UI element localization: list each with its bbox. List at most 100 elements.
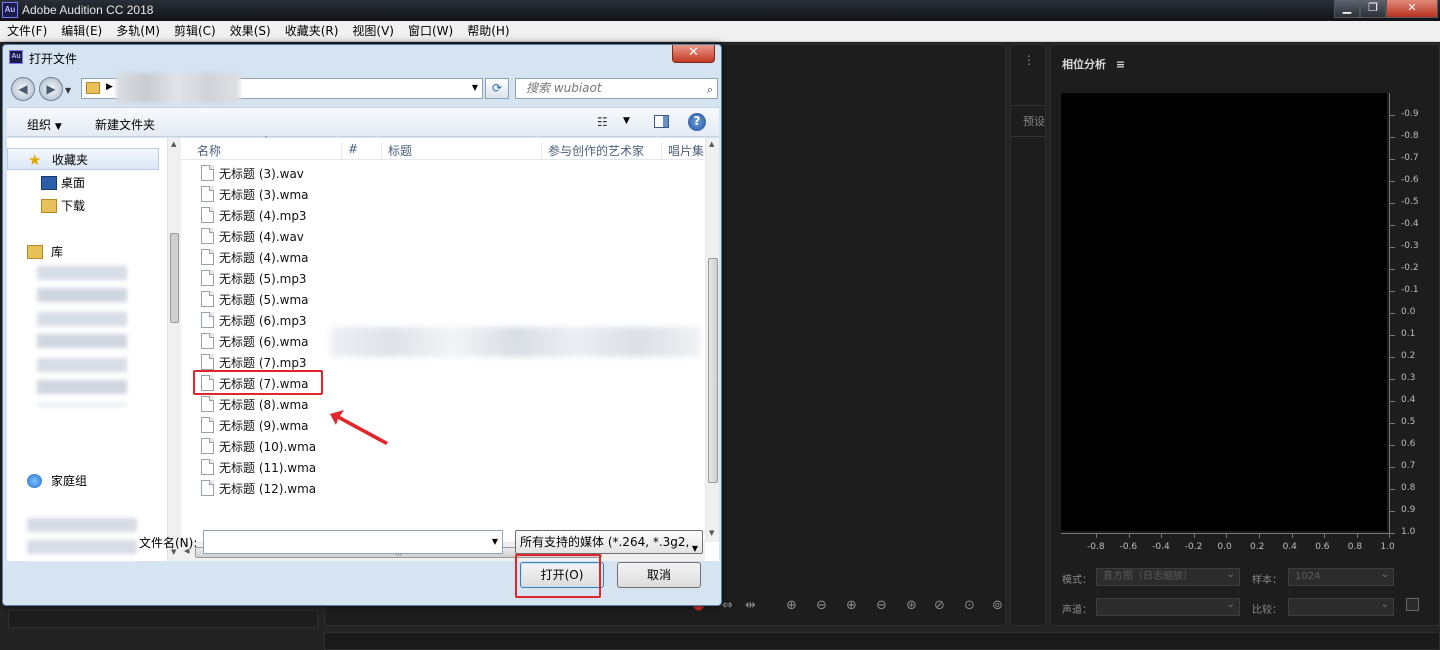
file-icon (201, 207, 214, 223)
channel-select[interactable] (1096, 597, 1240, 616)
help-icon[interactable]: ? (688, 113, 706, 131)
panel-menu-icon[interactable]: ≡ (1116, 58, 1125, 71)
zoom-out-time-icon[interactable]: ⊖ (876, 598, 887, 613)
file-row[interactable]: 无标题 (4).wav (197, 226, 497, 246)
sample-label: 样本： (1252, 575, 1282, 586)
menu-view[interactable]: 视图(V) (345, 21, 401, 41)
y-axis-line (1389, 93, 1390, 533)
y-tick-label: -0.6 (1401, 175, 1419, 185)
file-icon (201, 186, 214, 202)
dialog-close-button[interactable]: ✕ (672, 45, 715, 63)
file-row[interactable]: 无标题 (3).wav (197, 163, 497, 183)
restore-button[interactable]: ❐ (1360, 0, 1386, 18)
menu-multitrack[interactable]: 多轨(M) (109, 21, 167, 41)
navigation-scrollbar[interactable]: ▲ ▼ (167, 138, 181, 561)
filename-dropdown-icon[interactable]: ▼ (492, 537, 498, 546)
compare-select[interactable] (1288, 597, 1394, 616)
minimize-button[interactable]: ▁ (1334, 0, 1360, 18)
tree-item-favorites[interactable]: ★ 收藏夹 (7, 148, 159, 170)
organize-button[interactable]: 组织 ▼ (27, 116, 62, 133)
audition-logo-icon: Au (9, 50, 23, 64)
zoom-in-amplitude-icon[interactable]: ⊕ (786, 598, 797, 613)
file-row[interactable]: 无标题 (4).wma (197, 247, 497, 267)
file-name: 无标题 (3).wma (219, 188, 309, 202)
menu-effects[interactable]: 效果(S) (223, 21, 278, 41)
file-name: 无标题 (12).wma (219, 482, 317, 496)
zoom-out-amplitude-icon[interactable]: ⊖ (816, 598, 827, 613)
sample-select[interactable]: 1024 (1288, 567, 1394, 586)
file-row[interactable]: 无标题 (4).mp3 (197, 205, 497, 225)
forward-button[interactable]: ▶ (39, 77, 63, 101)
open-button-highlight (515, 554, 601, 598)
dialog-titlebar: Au 打开文件 ✕ (3, 45, 721, 69)
preset-tab[interactable]: 预设 (1023, 113, 1045, 129)
column-album[interactable]: 唱片集 (661, 142, 705, 160)
address-dropdown-icon[interactable]: ▼ (472, 83, 478, 92)
navigation-scroll-thumb[interactable] (170, 233, 179, 323)
file-name: 无标题 (10).wma (219, 440, 317, 454)
x-tick-label: -0.6 (1119, 542, 1138, 552)
recent-locations-dropdown[interactable]: ▼ (65, 86, 71, 95)
file-row[interactable]: 无标题 (3).wma (197, 184, 497, 204)
refresh-button[interactable]: ⟳ (485, 78, 509, 99)
close-button[interactable]: ✕ (1386, 0, 1438, 18)
zoom-right-icon[interactable]: ⊚ (992, 598, 1003, 613)
search-input[interactable]: 搜索 wubiaot ⌕ (515, 78, 718, 99)
column-title[interactable]: 标题 (381, 142, 541, 160)
filename-input[interactable]: ▼ (203, 530, 503, 554)
menu-help[interactable]: 帮助(H) (460, 21, 516, 41)
file-name: 无标题 (6).wma (219, 335, 309, 349)
loop-icon[interactable]: ⇔ (722, 598, 733, 613)
address-bar[interactable]: ▶ ▼ (81, 73, 483, 103)
menu-edit[interactable]: 编辑(E) (54, 21, 109, 41)
x-tick-label: -0.8 (1087, 542, 1105, 552)
view-dropdown-icon[interactable]: ▼ (623, 116, 630, 126)
file-type-select[interactable]: 所有支持的媒体 (*.264, *.3g2, ▼ (515, 530, 703, 554)
file-row[interactable]: 无标题 (11).wma (197, 457, 497, 477)
view-options-icon[interactable]: ☷ (597, 115, 608, 129)
tree-item-desktop[interactable]: 桌面 (7, 172, 159, 194)
zoom-full-icon[interactable]: ⊛ (906, 598, 917, 613)
menu-window[interactable]: 窗口(W) (401, 21, 460, 41)
skip-icon[interactable]: ⇹ (745, 598, 756, 613)
preview-pane-icon[interactable] (654, 115, 669, 128)
filename-label: 文件名(N): (139, 536, 198, 550)
file-row[interactable]: 无标题 (5).wma (197, 289, 497, 309)
mode-select[interactable]: 直方图（日志缩放） (1096, 567, 1240, 586)
search-icon[interactable]: ⌕ (707, 80, 713, 99)
file-icon (201, 417, 214, 433)
y-tick-label: 0.1 (1401, 329, 1416, 339)
breadcrumb-arrow-icon[interactable]: ▶ (106, 82, 113, 92)
y-tick-label: 0.4 (1401, 395, 1416, 405)
file-name: 无标题 (9).wma (219, 419, 309, 433)
back-button[interactable]: ◀ (11, 77, 35, 101)
column-artists[interactable]: 参与创作的艺术家 (541, 142, 661, 160)
blurred-file-metadata (330, 327, 700, 357)
zoom-left-icon[interactable]: ⊙ (964, 598, 975, 613)
tree-item-homegroup[interactable]: 家庭组 (7, 470, 159, 492)
column-name[interactable]: 名称 (191, 142, 341, 160)
column-number[interactable]: # (341, 142, 381, 160)
menu-favorites[interactable]: 收藏夹(R) (278, 21, 346, 41)
tree-item-library[interactable]: 库 (7, 241, 159, 263)
new-folder-button[interactable]: 新建文件夹 (95, 116, 155, 133)
file-type-dropdown-icon[interactable]: ▼ (692, 538, 698, 553)
vertical-scroll-thumb[interactable] (708, 258, 718, 483)
side-panel-menu-icon[interactable]: ⋮ (1023, 53, 1035, 67)
file-list-vertical-scrollbar[interactable]: ▲ ▼ (705, 138, 719, 542)
file-row[interactable]: 无标题 (5).mp3 (197, 268, 497, 288)
menu-clip[interactable]: 剪辑(C) (167, 21, 223, 41)
folder-icon (86, 82, 100, 94)
checkbox[interactable] (1406, 598, 1419, 611)
y-tick-label: 0.0 (1401, 307, 1416, 317)
zoom-selection-icon[interactable]: ⊘ (934, 598, 945, 613)
tree-item-downloads[interactable]: 下载 (7, 195, 159, 217)
menu-file[interactable]: 文件(F) (0, 21, 54, 41)
cancel-button[interactable]: 取消 (617, 562, 701, 588)
file-row[interactable]: 无标题 (12).wma (197, 478, 497, 498)
phase-plot (1061, 93, 1387, 531)
zoom-in-time-icon[interactable]: ⊕ (846, 598, 857, 613)
y-tick-label: -0.7 (1401, 153, 1419, 163)
file-icon (201, 312, 214, 328)
x-tick-label: 1.0 (1380, 542, 1395, 552)
